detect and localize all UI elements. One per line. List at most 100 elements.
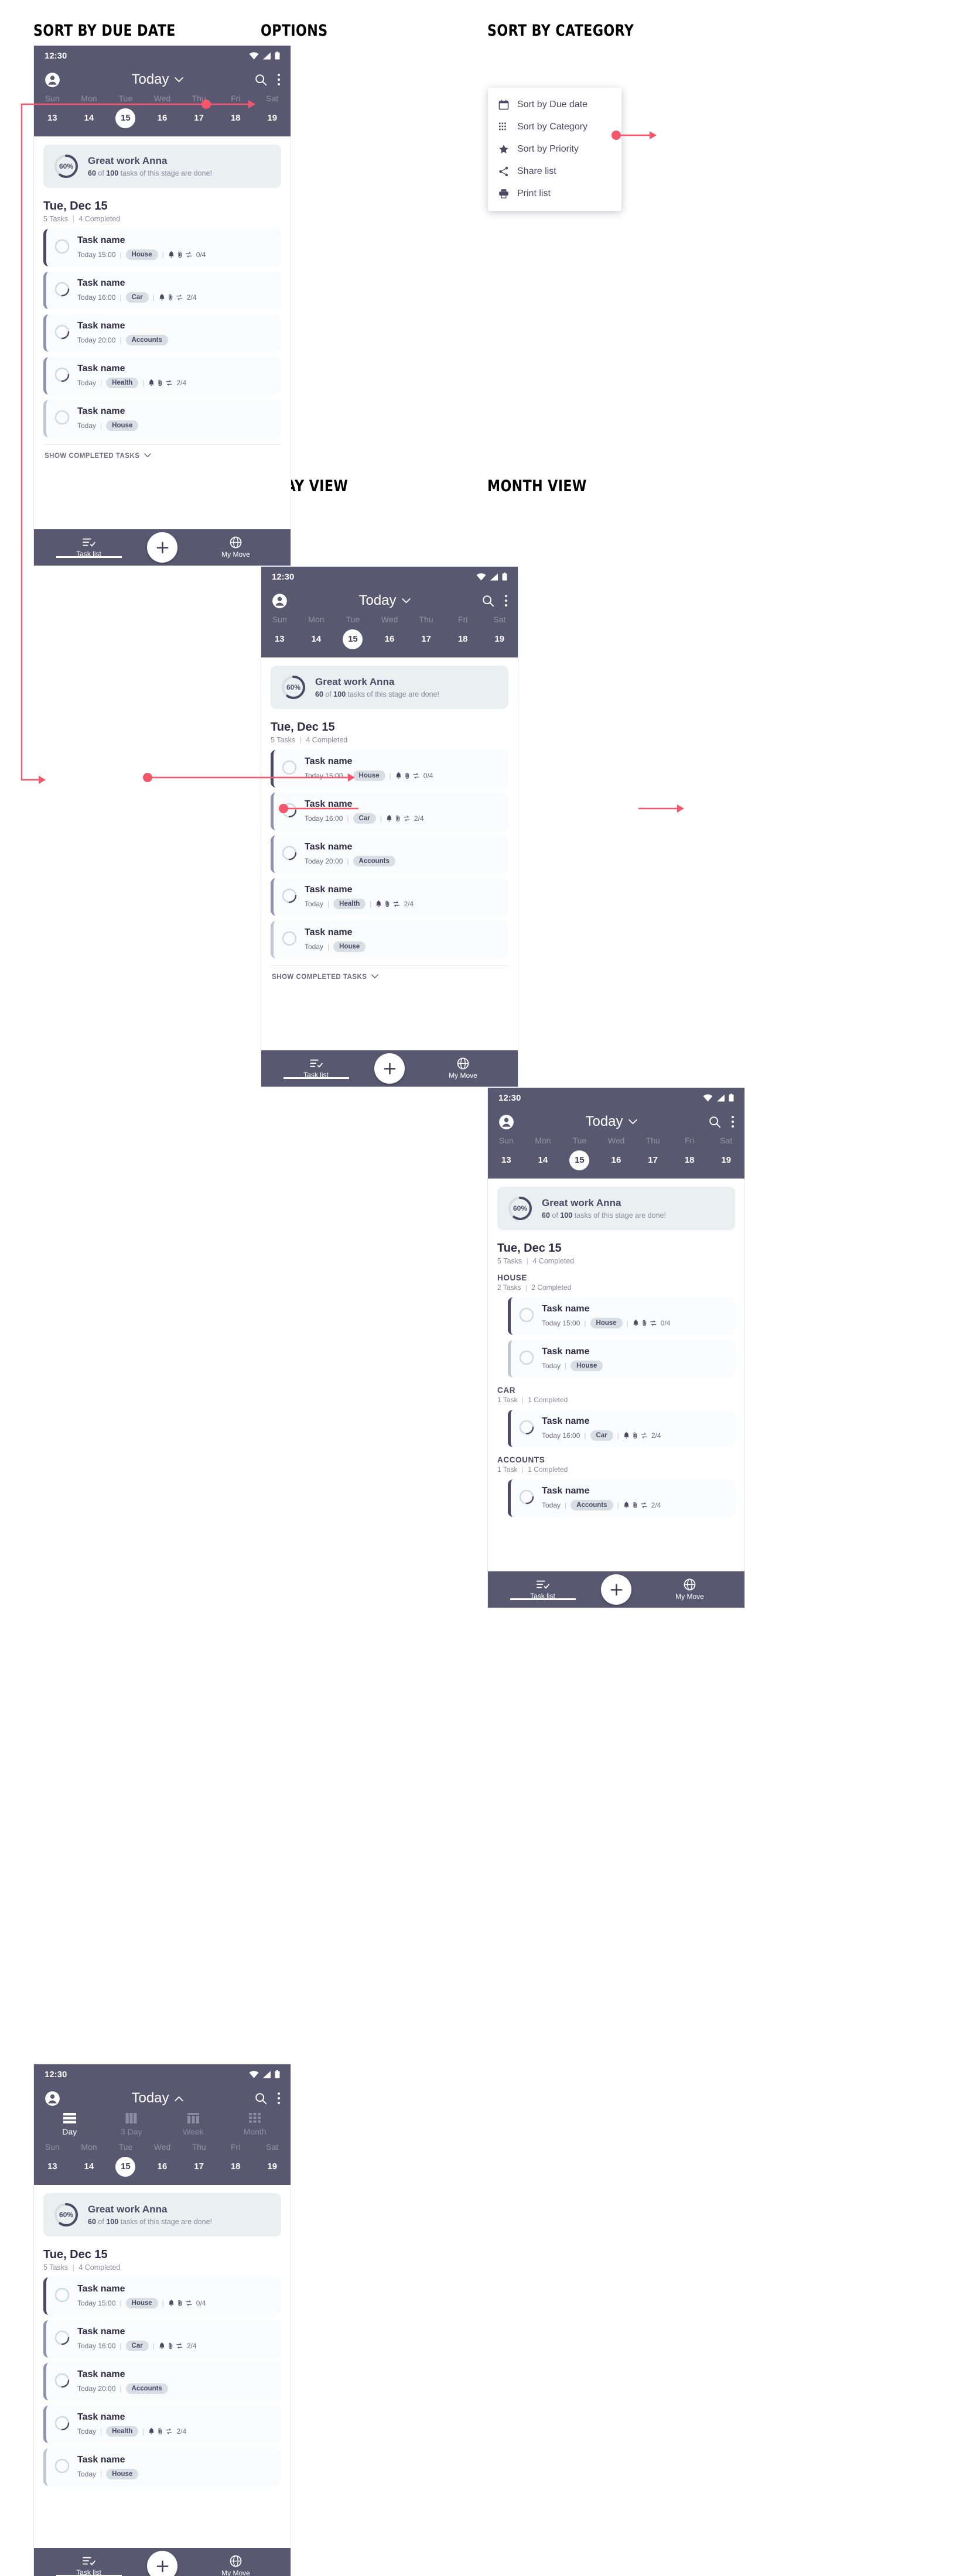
week-day-number[interactable]: 14 — [306, 629, 326, 649]
week-day-number-selected[interactable]: 15 — [115, 2157, 135, 2177]
week-day-number-selected[interactable]: 15 — [569, 1150, 589, 1170]
nav-my-move[interactable]: My Move — [408, 1057, 518, 1080]
nav-task-list[interactable]: Task list — [34, 2556, 144, 2576]
task-checkbox-icon[interactable] — [282, 803, 297, 821]
task-row[interactable]: Task name Today | Health | 2/4 — [43, 2406, 281, 2443]
week-day-number[interactable]: 13 — [496, 1150, 516, 1170]
task-checkbox-icon[interactable] — [54, 367, 70, 385]
task-checkbox-icon[interactable] — [282, 760, 297, 778]
overflow-menu-icon[interactable] — [505, 595, 507, 607]
task-row[interactable]: Task name Today | House — [508, 1340, 735, 1378]
task-row[interactable]: Task name Today | House — [43, 2448, 281, 2486]
week-day-number[interactable]: 13 — [42, 108, 62, 128]
week-day-number[interactable]: 19 — [716, 1150, 736, 1170]
task-row[interactable]: Task name Today 16:00 | Car | 2/4 — [508, 1410, 735, 1447]
task-checkbox-icon[interactable] — [54, 410, 70, 428]
task-checkbox-icon[interactable] — [54, 239, 70, 257]
menu-item-share-list[interactable]: Share list — [488, 160, 621, 183]
task-checkbox-icon[interactable] — [54, 2458, 70, 2476]
task-row[interactable]: Task name Today 20:00 | Accounts — [43, 2363, 281, 2400]
nav-my-move[interactable]: My Move — [635, 1578, 744, 1601]
nav-task-list[interactable]: Task list — [34, 537, 144, 558]
task-checkbox-icon[interactable] — [282, 931, 297, 949]
task-row[interactable]: Task name Today 16:00 | Car | 2/4 — [271, 793, 508, 830]
week-day-number[interactable]: 16 — [152, 108, 172, 128]
task-row[interactable]: Task name Today 15:00 | House | 0/4 — [43, 229, 281, 266]
task-row[interactable]: Task name Today 16:00 | Car | 2/4 — [43, 2320, 281, 2358]
task-checkbox-icon[interactable] — [519, 1307, 534, 1325]
week-day-number[interactable]: 13 — [42, 2157, 62, 2177]
week-day-number[interactable]: 16 — [380, 629, 399, 649]
date-range-selector[interactable]: Today — [288, 592, 481, 609]
view-option-week[interactable]: Week — [162, 2112, 224, 2136]
task-checkbox-icon[interactable] — [54, 282, 70, 300]
view-option-day[interactable]: Day — [39, 2112, 101, 2136]
task-row[interactable]: Task name Today 15:00 | House | 0/4 — [271, 750, 508, 787]
menu-item-print-list[interactable]: Print list — [488, 183, 621, 205]
account-avatar-icon[interactable] — [498, 1114, 514, 1130]
task-row[interactable]: Task name Today | House — [271, 921, 508, 958]
week-day-number-selected[interactable]: 15 — [115, 108, 135, 128]
week-day-number[interactable]: 18 — [226, 108, 245, 128]
task-checkbox-icon[interactable] — [54, 2330, 70, 2348]
task-row[interactable]: Task name Today | House — [43, 400, 281, 437]
week-day-number[interactable]: 16 — [152, 2157, 172, 2177]
task-row[interactable]: Task name Today | Accounts | 2/4 — [508, 1479, 735, 1517]
menu-item-sort-by-category[interactable]: Sort by Category — [488, 116, 621, 138]
week-day-number[interactable]: 17 — [643, 1150, 663, 1170]
overflow-menu-icon[interactable] — [732, 1116, 734, 1128]
task-checkbox-icon[interactable] — [282, 888, 297, 906]
show-completed-tasks-toggle[interactable]: SHOW COMPLETED TASKS — [43, 444, 281, 467]
view-option-month[interactable]: Month — [224, 2112, 286, 2136]
week-day-number[interactable]: 18 — [679, 1150, 699, 1170]
menu-item-sort-by-priority[interactable]: Sort by Priority — [488, 138, 621, 160]
week-day-number[interactable]: 19 — [490, 629, 510, 649]
search-icon[interactable] — [254, 73, 267, 86]
task-checkbox-icon[interactable] — [54, 2373, 70, 2391]
week-day-number[interactable]: 17 — [416, 629, 436, 649]
view-option-3-day[interactable]: 3 Day — [101, 2112, 163, 2136]
account-avatar-icon[interactable] — [45, 2091, 60, 2106]
week-day-number[interactable]: 16 — [606, 1150, 626, 1170]
date-range-selector[interactable]: Today — [60, 2090, 254, 2106]
add-task-button[interactable] — [147, 2551, 177, 2576]
search-icon[interactable] — [254, 2092, 267, 2105]
account-avatar-icon[interactable] — [45, 72, 60, 88]
options-dropdown-menu[interactable]: Sort by Due date Sort by Category Sort b… — [488, 88, 621, 211]
menu-item-sort-by-due-date[interactable]: Sort by Due date — [488, 94, 621, 116]
week-day-number[interactable]: 19 — [262, 2157, 282, 2177]
overflow-menu-icon[interactable] — [278, 2092, 280, 2104]
week-day-number[interactable]: 18 — [226, 2157, 245, 2177]
task-checkbox-icon[interactable] — [54, 2287, 70, 2306]
add-task-button[interactable] — [601, 1574, 631, 1605]
week-day-number[interactable]: 14 — [79, 108, 99, 128]
task-checkbox-icon[interactable] — [54, 324, 70, 342]
task-checkbox-icon[interactable] — [54, 2416, 70, 2434]
task-checkbox-icon[interactable] — [519, 1350, 534, 1368]
week-day-number[interactable]: 17 — [189, 2157, 209, 2177]
week-day-number[interactable]: 17 — [189, 108, 209, 128]
week-day-number[interactable]: 13 — [269, 629, 289, 649]
task-row[interactable]: Task name Today 16:00 | Car | 2/4 — [43, 272, 281, 309]
search-icon[interactable] — [708, 1115, 721, 1128]
task-row[interactable]: Task name Today 20:00 | Accounts — [43, 314, 281, 352]
week-day-number[interactable]: 19 — [262, 108, 282, 128]
task-checkbox-icon[interactable] — [519, 1420, 534, 1438]
nav-task-list[interactable]: Task list — [261, 1059, 371, 1079]
search-icon[interactable] — [481, 594, 494, 607]
date-range-selector[interactable]: Today — [514, 1114, 708, 1130]
week-day-number-selected[interactable]: 15 — [343, 629, 363, 649]
show-completed-tasks-toggle[interactable]: SHOW COMPLETED TASKS — [271, 965, 508, 988]
overflow-menu-icon[interactable] — [278, 74, 280, 85]
week-day-number[interactable]: 18 — [453, 629, 473, 649]
task-row[interactable]: Task name Today | Health | 2/4 — [43, 357, 281, 395]
nav-task-list[interactable]: Task list — [488, 1580, 597, 1600]
add-task-button[interactable] — [374, 1053, 405, 1084]
nav-my-move[interactable]: My Move — [181, 2555, 291, 2576]
task-row[interactable]: Task name Today 15:00 | House | 0/4 — [508, 1297, 735, 1335]
week-day-number[interactable]: 14 — [533, 1150, 553, 1170]
add-task-button[interactable] — [147, 532, 177, 563]
date-range-selector[interactable]: Today — [60, 71, 254, 88]
task-row[interactable]: Task name Today | Health | 2/4 — [271, 878, 508, 916]
nav-my-move[interactable]: My Move — [181, 536, 291, 559]
